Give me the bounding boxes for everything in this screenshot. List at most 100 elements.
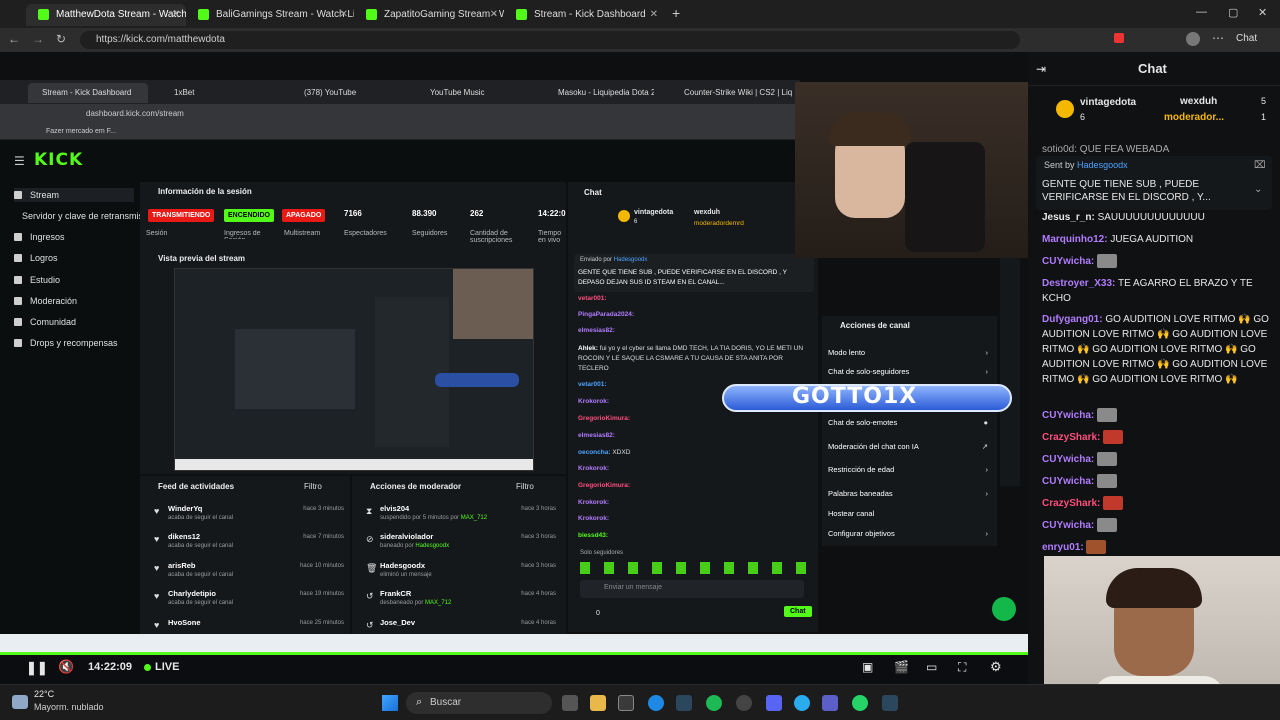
picture-in-picture-icon[interactable]: ▣ bbox=[862, 660, 873, 674]
top-gifters: vintagedota 6 wexduh 5 moderador... 1 bbox=[1028, 88, 1280, 128]
close-tab-icon[interactable]: ✕ bbox=[490, 4, 498, 26]
pause-button[interactable]: ❚❚ bbox=[26, 660, 48, 676]
whatsapp-icon[interactable] bbox=[852, 695, 868, 711]
list-item: ♥ WinderYq acaba de seguir el canal hace 3 … bbox=[154, 504, 344, 521]
live-dot-icon bbox=[144, 664, 151, 671]
extension-icon[interactable] bbox=[1114, 33, 1124, 43]
pinned-message: Enviado por Hadesgoodx GENTE QUE TIENE S… bbox=[574, 254, 814, 292]
list-item: ♥ dikens12 acaba de seguir el canal hace 7 … bbox=[154, 532, 344, 549]
settings-gear-icon[interactable]: ⚙ bbox=[990, 659, 1002, 675]
heart-icon: ♥ bbox=[154, 506, 160, 516]
reload-icon[interactable]: ↻ bbox=[56, 32, 66, 46]
heart-icon: ♥ bbox=[154, 591, 160, 601]
discord-icon[interactable] bbox=[766, 695, 782, 711]
streamer-webcam bbox=[795, 82, 1028, 258]
more-menu-icon[interactable]: ⋯ bbox=[1212, 31, 1224, 45]
status-badge: TRANSMITIENDO bbox=[148, 209, 215, 222]
teams-icon[interactable] bbox=[822, 695, 838, 711]
chat-message: Krokorok: bbox=[578, 465, 610, 472]
chevron-down-icon[interactable]: ⌄ bbox=[1254, 184, 1262, 195]
channel-action-item: Configurar objetivos › bbox=[828, 529, 988, 538]
inner-tab: Masoku - Liquipedia Dota 2 W bbox=[558, 88, 654, 97]
windows-start-icon[interactable] bbox=[382, 695, 398, 711]
steam-icon[interactable] bbox=[882, 695, 898, 711]
guest-hair bbox=[1106, 568, 1202, 608]
steam-icon[interactable] bbox=[676, 695, 692, 711]
emote-icon bbox=[1086, 540, 1107, 555]
telegram-icon[interactable] bbox=[794, 695, 810, 711]
chat-message: CrazyShark: bbox=[1042, 496, 1272, 511]
task-view-icon[interactable] bbox=[562, 695, 578, 711]
browser-tab[interactable]: ZapatitoGaming Stream - Watch L ✕ bbox=[354, 4, 504, 26]
list-item: ♥ Charlydetipio acaba de seguir el canal ha… bbox=[154, 589, 344, 606]
fab-button bbox=[992, 597, 1016, 621]
obs-icon[interactable] bbox=[736, 695, 752, 711]
chat-message: Destroyer_X33: TE AGARRO EL BRAZO Y TE K… bbox=[1042, 278, 1253, 304]
timer-icon: ⧗ bbox=[366, 506, 373, 516]
chat-toolbar-button[interactable]: Chat bbox=[1236, 33, 1257, 44]
money-icon bbox=[14, 233, 22, 241]
kick-favicon-icon bbox=[198, 9, 209, 20]
trophy-icon bbox=[14, 254, 22, 262]
sidebar-item-drops: Drops y recompensas bbox=[14, 336, 118, 350]
channel-action-item: Modo lento › bbox=[828, 348, 988, 357]
chat-message: CrazyShark: bbox=[1042, 430, 1272, 445]
minimize-icon[interactable]: — bbox=[1196, 6, 1207, 18]
list-item: ↺ FrankCR desbaneado por MAX_712 hace 4 hor… bbox=[366, 589, 556, 606]
chat-message: CUYwicha: bbox=[1042, 452, 1272, 467]
url-input[interactable]: https://kick.com/matthewdota bbox=[80, 31, 1020, 49]
collapse-chat-icon[interactable]: ⇥ bbox=[1036, 62, 1046, 76]
browser-tab[interactable]: Stream - Kick Dashboard ✕ bbox=[504, 4, 664, 26]
taskbar-search[interactable]: ⌕ Buscar bbox=[406, 692, 552, 714]
channel-action-item: Palabras baneadas › bbox=[828, 489, 988, 498]
channel-action-item: Chat de solo-emotes ● bbox=[828, 418, 988, 427]
channel-action-item: Hostear canal bbox=[828, 509, 875, 518]
forward-icon[interactable]: → bbox=[32, 32, 44, 46]
chat-message: Jesus_r_n: SAUUUUUUUUUUUUU bbox=[1042, 212, 1205, 223]
close-tab-icon[interactable]: ✕ bbox=[650, 4, 658, 26]
kick-header: ☰ KICK bbox=[0, 140, 800, 184]
inner-chat-title: Chat bbox=[584, 188, 602, 197]
file-explorer-icon[interactable] bbox=[590, 695, 606, 711]
channel-actions-title: Acciones de canal bbox=[840, 321, 910, 330]
emote-icon bbox=[1103, 496, 1124, 511]
store-icon[interactable] bbox=[618, 695, 634, 711]
mute-icon[interactable]: 🔇 bbox=[58, 659, 74, 675]
kick-logo: KICK bbox=[34, 150, 84, 170]
preview-window bbox=[375, 297, 449, 447]
kick-favicon-icon bbox=[38, 9, 49, 20]
trash-icon: 🗑 bbox=[366, 563, 378, 573]
spotify-icon[interactable] bbox=[706, 695, 722, 711]
dashboard-tool-strip bbox=[1000, 256, 1020, 486]
theater-mode-icon[interactable]: ▭ bbox=[926, 660, 937, 674]
inner-tab: Counter-Strike Wiki | CS2 | Liq bbox=[684, 88, 793, 97]
sidebar-item-moderation: Moderación bbox=[14, 294, 77, 308]
mod-actions-panel: Acciones de moderador Filtro ⧗ elvis204 su… bbox=[352, 476, 566, 636]
heart-icon: ♥ bbox=[154, 534, 160, 544]
back-icon[interactable]: ← bbox=[8, 32, 20, 46]
pinned-message: Sent by Hadesgoodx GENTE QUE TIENE SUB ,… bbox=[1036, 156, 1272, 210]
fullscreen-icon[interactable]: ⛶ bbox=[958, 660, 966, 675]
kick-favicon-icon bbox=[516, 9, 527, 20]
external-link-icon: ↗ bbox=[981, 442, 988, 451]
preview-overlay bbox=[435, 373, 519, 387]
weather-icon[interactable] bbox=[12, 695, 28, 709]
unpin-icon[interactable]: ⌧ bbox=[1254, 160, 1266, 171]
close-tab-icon[interactable]: ✕ bbox=[340, 4, 348, 26]
gotto-overlay: GOTTO1X bbox=[722, 378, 1012, 418]
close-tab-icon[interactable]: ✕ bbox=[172, 4, 180, 26]
weather-temp: 22°C bbox=[34, 689, 55, 699]
browser-tab[interactable]: BaliGamings Stream - Watch Live o ✕ bbox=[186, 4, 354, 26]
browser-tab[interactable]: MatthewDota Stream - Watch Live o ✕ bbox=[26, 4, 186, 26]
mod-actions-filter: Filtro bbox=[516, 482, 534, 491]
edge-icon[interactable] bbox=[648, 695, 664, 711]
new-tab-button[interactable]: + bbox=[672, 5, 680, 21]
profile-avatar[interactable] bbox=[1186, 32, 1200, 46]
list-item: ⧗ elvis204 suspendido por 5 minutos por MA… bbox=[366, 504, 556, 521]
clip-icon[interactable]: 🎬 bbox=[894, 660, 909, 674]
maximize-icon[interactable]: ▢ bbox=[1228, 6, 1238, 19]
progress-bar[interactable] bbox=[0, 652, 1028, 655]
send-chat-button: Chat bbox=[784, 606, 812, 617]
chat-message: elmesias82: bbox=[578, 327, 615, 334]
close-window-icon[interactable]: ✕ bbox=[1258, 6, 1267, 19]
